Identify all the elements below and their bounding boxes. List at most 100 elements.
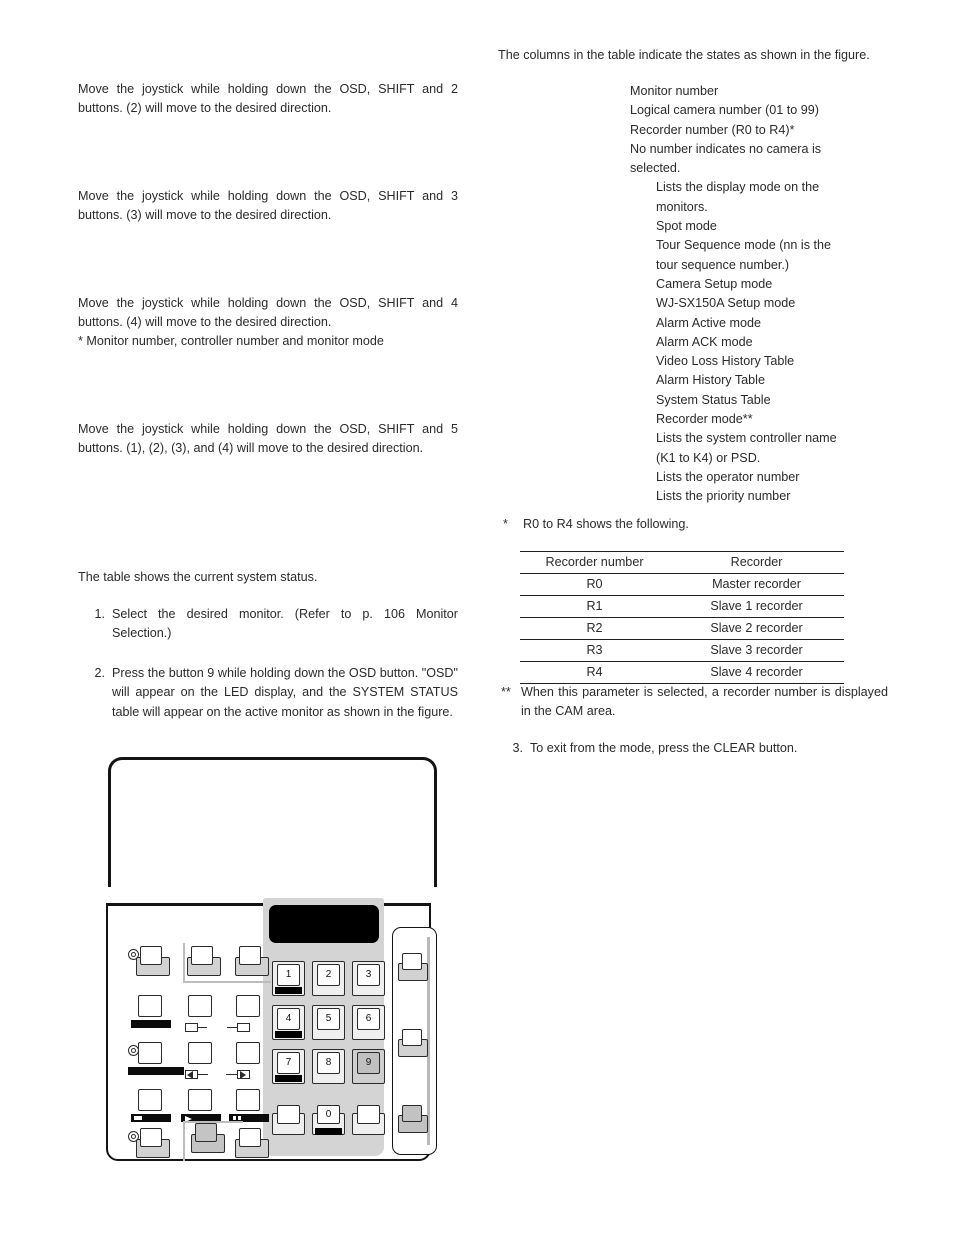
state-line: Lists the display mode on the	[656, 180, 820, 195]
function-button-b2[interactable]	[188, 995, 212, 1017]
group-divider-horizontal-a	[183, 981, 271, 983]
table-row: R2 Slave 2 recorder	[520, 617, 844, 640]
keypad-key-1[interactable]: 1	[272, 961, 305, 996]
key-label: 6	[357, 1008, 380, 1030]
step-2-text: Press the button 9 while holding down th…	[112, 666, 458, 719]
state-line: WJ-SX150A Setup mode	[656, 296, 796, 311]
document-page: Move the joystick while holding down the…	[0, 0, 954, 1235]
key-led-indicator	[315, 1128, 342, 1135]
function-button-d1[interactable]	[138, 1089, 162, 1111]
side-button-3-selected[interactable]	[398, 1105, 428, 1133]
keypad-key-8[interactable]: 8	[312, 1049, 345, 1084]
function-button-e1[interactable]	[136, 1128, 170, 1158]
keypad-key-3[interactable]: 3	[352, 961, 385, 996]
key-label: 0	[317, 1105, 340, 1124]
function-button-a1[interactable]	[136, 946, 170, 976]
function-button-e2-selected[interactable]	[191, 1123, 225, 1153]
paragraph-columns-intro: The columns in the table indicate the st…	[498, 48, 870, 62]
step-2-number: 2.	[94, 666, 105, 680]
key-label: 1	[277, 964, 300, 986]
button-cap	[239, 1128, 261, 1147]
state-line: Spot mode	[656, 219, 717, 234]
state-line: Lists the operator number	[656, 469, 800, 484]
function-button-a3[interactable]	[235, 946, 269, 976]
cell-recorder-number: R2	[520, 617, 670, 640]
side-button-2[interactable]	[398, 1029, 428, 1057]
key-label: 4	[277, 1008, 300, 1030]
button-cap	[140, 946, 162, 965]
state-line: Alarm History Table	[656, 373, 765, 388]
tape-icon-b3	[237, 1023, 250, 1032]
state-line: (K1 to K4) or PSD.	[656, 450, 761, 465]
key-label: 3	[357, 964, 380, 986]
cell-recorder-name: Slave 4 recorder	[669, 661, 844, 684]
table-row: R3 Slave 3 recorder	[520, 639, 844, 662]
keypad-key-4[interactable]: 4	[272, 1005, 305, 1040]
stop-glyph	[134, 1116, 142, 1120]
state-line: tour sequence number.)	[656, 257, 790, 272]
pause-glyph	[233, 1116, 241, 1120]
keypad-bottom-key-0[interactable]: 0	[312, 1105, 345, 1135]
table-row: R4 Slave 4 recorder	[520, 661, 844, 684]
keypad-key-5[interactable]: 5	[312, 1005, 345, 1040]
keypad-bottom-key-blank-2[interactable]	[352, 1105, 385, 1135]
keypad-key-2[interactable]: 2	[312, 961, 345, 996]
group-divider-vertical-a	[183, 943, 185, 983]
function-button-c2[interactable]	[188, 1042, 212, 1064]
paragraph-joystick-5: Move the joystick while holding down the…	[78, 422, 458, 456]
cell-recorder-number: R1	[520, 595, 670, 618]
keypad-bottom-key-blank-0[interactable]	[272, 1105, 305, 1135]
key-label: 8	[317, 1052, 340, 1074]
step-3: 3. To exit from the mode, press the CLEA…	[501, 739, 888, 758]
state-line: Video Loss History Table	[656, 354, 795, 369]
cell-recorder-name: Master recorder	[669, 573, 844, 596]
side-button-1[interactable]	[398, 953, 428, 981]
state-line: Alarm Active mode	[656, 315, 761, 330]
function-button-d3[interactable]	[236, 1089, 260, 1111]
button-cap	[402, 1029, 422, 1046]
function-button-e3[interactable]	[235, 1128, 269, 1158]
function-button-c3[interactable]	[236, 1042, 260, 1064]
led-display	[269, 905, 379, 943]
function-button-d2[interactable]	[188, 1089, 212, 1111]
function-button-a2[interactable]	[187, 946, 221, 976]
keypad-key-6[interactable]: 6	[352, 1005, 385, 1040]
function-button-b3[interactable]	[236, 995, 260, 1017]
tape-icon-b2	[185, 1023, 198, 1032]
paragraph-joystick-3: Move the joystick while holding down the…	[78, 189, 458, 223]
function-button-b1[interactable]	[138, 995, 162, 1017]
keypad-key-7[interactable]: 7	[272, 1049, 305, 1084]
button-cap	[191, 946, 213, 965]
button-cap	[239, 946, 261, 965]
icon-lead-line-b2	[198, 1027, 207, 1029]
button-cap	[140, 1128, 162, 1147]
controller-upper-housing	[108, 757, 437, 887]
function-button-c1[interactable]	[138, 1042, 162, 1064]
icon-lead-line-c3	[226, 1074, 237, 1076]
state-line: Logical camera number (01 to 99)	[630, 103, 820, 118]
column-header-recorder-number: Recorder number	[520, 551, 670, 574]
step-2: 2. Press the button 9 while holding down…	[83, 664, 458, 722]
state-line: System Status Table	[656, 392, 771, 407]
key-label	[357, 1105, 380, 1124]
cell-recorder-number: R0	[520, 573, 670, 596]
recorder-table: Recorder number Recorder R0 Master record…	[520, 551, 844, 684]
footnote-double-mark: **	[501, 685, 511, 699]
group-divider-vertical-e	[183, 1121, 185, 1161]
state-line: Monitor number	[630, 84, 719, 98]
state-line: Lists the priority number	[656, 489, 791, 504]
led-indicator-b1	[131, 1020, 171, 1028]
paragraph-joystick-4: Move the joystick while holding down the…	[78, 296, 458, 330]
table-row: R0 Master recorder	[520, 573, 844, 596]
controller-figure: 123 456 789 0	[106, 757, 442, 1163]
button-cap	[402, 953, 422, 970]
state-line: Recorder number (R0 to R4)*	[630, 122, 795, 137]
footnote-single-mark: *	[503, 517, 508, 531]
step-1: 1. Select the desired monitor. (Refer to…	[83, 605, 458, 644]
keypad-key-9[interactable]: 9	[352, 1049, 385, 1084]
state-line: selected.	[630, 161, 681, 176]
step-3-number: 3.	[512, 741, 523, 755]
state-description-list: Monitor number Logical camera number (01 …	[630, 82, 892, 507]
step-1-number: 1.	[94, 607, 105, 621]
key-led-indicator	[275, 987, 302, 994]
